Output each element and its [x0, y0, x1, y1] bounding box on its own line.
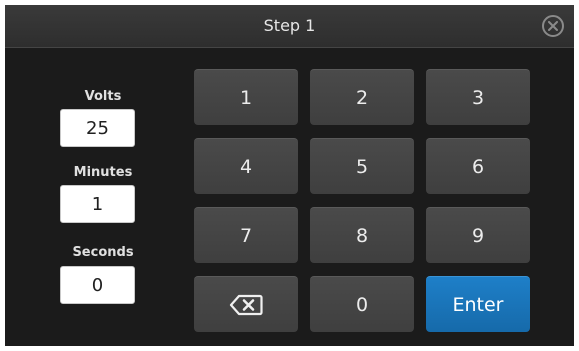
seconds-field[interactable]: 0 [60, 266, 135, 304]
key-1[interactable]: 1 [194, 69, 298, 125]
key-5[interactable]: 5 [310, 138, 414, 194]
title-bar: Step 1 [5, 5, 574, 48]
enter-button[interactable]: Enter [426, 276, 530, 332]
dialog: Step 1 Volts 25 Minutes 1 Seconds 0 1 2 … [5, 5, 574, 346]
minutes-field[interactable]: 1 [60, 185, 135, 223]
key-8[interactable]: 8 [310, 207, 414, 263]
key-9[interactable]: 9 [426, 207, 530, 263]
key-0[interactable]: 0 [310, 276, 414, 332]
key-4[interactable]: 4 [194, 138, 298, 194]
volts-label: Volts [84, 89, 122, 104]
close-icon [548, 21, 558, 31]
volts-field[interactable]: 25 [60, 109, 135, 147]
dialog-title: Step 1 [263, 16, 316, 35]
backspace-icon [229, 294, 263, 316]
key-7[interactable]: 7 [194, 207, 298, 263]
minutes-label: Minutes [73, 165, 133, 180]
close-button[interactable] [542, 15, 564, 37]
backspace-button[interactable] [194, 276, 298, 332]
key-2[interactable]: 2 [310, 69, 414, 125]
key-6[interactable]: 6 [426, 138, 530, 194]
key-3[interactable]: 3 [426, 69, 530, 125]
seconds-label: Seconds [72, 245, 134, 260]
